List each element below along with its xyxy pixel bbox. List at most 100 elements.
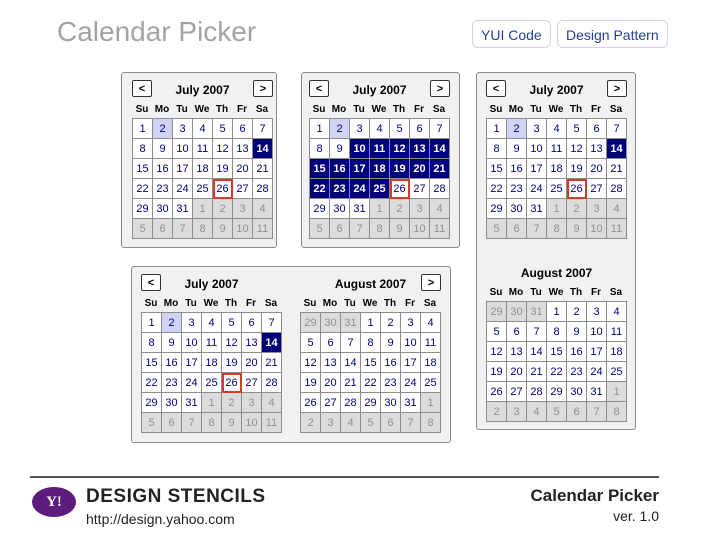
day-cell[interactable]: 11 (201, 332, 222, 353)
day-cell[interactable]: 13 (232, 138, 253, 159)
day-cell[interactable]: 14 (340, 352, 361, 373)
day-cell[interactable]: 2 (380, 312, 401, 333)
day-cell[interactable]: 20 (320, 372, 341, 393)
day-cell[interactable]: 15 (141, 352, 162, 373)
day-cell[interactable]: 25 (546, 178, 567, 199)
day-cell[interactable]: 25 (192, 178, 213, 199)
day-cell[interactable]: 12 (221, 332, 242, 353)
day-cell[interactable]: 24 (400, 372, 421, 393)
day-cell[interactable]: 9 (152, 138, 173, 159)
day-cell[interactable]: 12 (389, 138, 410, 159)
day-cell[interactable]: 16 (380, 352, 401, 373)
day-cell[interactable]: 21 (606, 158, 627, 179)
day-cell[interactable]: 17 (181, 352, 202, 373)
day-cell[interactable]: 6 (506, 321, 527, 342)
day-cell[interactable]: 28 (606, 178, 627, 199)
day-cell[interactable]: 4 (201, 312, 222, 333)
yui-code-button[interactable]: YUI Code (472, 20, 551, 48)
day-cell[interactable]: 19 (300, 372, 321, 393)
day-cell[interactable]: 16 (506, 158, 527, 179)
day-cell[interactable]: 22 (546, 361, 567, 382)
day-cell[interactable]: 10 (349, 138, 370, 159)
day-cell[interactable]: 1 (546, 301, 567, 322)
day-cell[interactable]: 24 (586, 361, 607, 382)
day-cell[interactable]: 15 (360, 352, 381, 373)
day-cell[interactable]: 24 (181, 372, 202, 393)
day-cell[interactable]: 26 (221, 372, 242, 393)
day-cell[interactable]: 9 (161, 332, 182, 353)
day-cell[interactable]: 23 (380, 372, 401, 393)
day-cell[interactable]: 23 (161, 372, 182, 393)
day-cell[interactable]: 20 (232, 158, 253, 179)
day-cell[interactable]: 23 (506, 178, 527, 199)
day-cell[interactable]: 17 (586, 341, 607, 362)
day-cell[interactable]: 1 (132, 118, 153, 139)
day-cell[interactable]: 3 (400, 312, 421, 333)
day-cell[interactable]: 13 (506, 341, 527, 362)
day-cell[interactable]: 8 (486, 138, 507, 159)
day-cell[interactable]: 25 (201, 372, 222, 393)
day-cell[interactable]: 19 (212, 158, 233, 179)
day-cell[interactable]: 25 (420, 372, 441, 393)
day-cell[interactable]: 8 (546, 321, 567, 342)
day-cell[interactable]: 20 (241, 352, 262, 373)
day-cell[interactable]: 31 (349, 198, 370, 219)
day-cell[interactable]: 26 (566, 178, 587, 199)
day-cell[interactable]: 3 (586, 301, 607, 322)
day-cell[interactable]: 18 (546, 158, 567, 179)
day-cell[interactable]: 26 (300, 392, 321, 413)
day-cell[interactable]: 4 (192, 118, 213, 139)
day-cell[interactable]: 10 (526, 138, 547, 159)
day-cell[interactable]: 6 (586, 118, 607, 139)
day-cell[interactable]: 17 (526, 158, 547, 179)
day-cell[interactable]: 21 (526, 361, 547, 382)
day-cell[interactable]: 20 (506, 361, 527, 382)
day-cell[interactable]: 5 (566, 118, 587, 139)
day-cell[interactable]: 18 (192, 158, 213, 179)
day-cell[interactable]: 31 (400, 392, 421, 413)
day-cell[interactable]: 24 (526, 178, 547, 199)
day-cell[interactable]: 12 (486, 341, 507, 362)
day-cell[interactable]: 5 (212, 118, 233, 139)
day-cell[interactable]: 14 (252, 138, 273, 159)
day-cell[interactable]: 29 (132, 198, 153, 219)
day-cell[interactable]: 6 (232, 118, 253, 139)
day-cell[interactable]: 6 (241, 312, 262, 333)
day-cell[interactable]: 2 (566, 301, 587, 322)
day-cell[interactable]: 19 (486, 361, 507, 382)
day-cell[interactable]: 30 (152, 198, 173, 219)
day-cell[interactable]: 7 (526, 321, 547, 342)
day-cell[interactable]: 11 (606, 321, 627, 342)
day-cell[interactable]: 7 (340, 332, 361, 353)
day-cell[interactable]: 16 (329, 158, 350, 179)
day-cell[interactable]: 3 (349, 118, 370, 139)
day-cell[interactable]: 29 (360, 392, 381, 413)
day-cell[interactable]: 5 (486, 321, 507, 342)
day-cell[interactable]: 9 (566, 321, 587, 342)
day-cell[interactable]: 27 (320, 392, 341, 413)
day-cell[interactable]: 6 (320, 332, 341, 353)
day-cell[interactable]: 3 (172, 118, 193, 139)
day-cell[interactable]: 22 (486, 178, 507, 199)
day-cell[interactable]: 8 (309, 138, 330, 159)
day-cell[interactable]: 4 (606, 301, 627, 322)
day-cell[interactable]: 26 (212, 178, 233, 199)
day-cell[interactable]: 7 (429, 118, 450, 139)
day-cell[interactable]: 18 (201, 352, 222, 373)
day-cell[interactable]: 7 (606, 118, 627, 139)
day-cell[interactable]: 30 (161, 392, 182, 413)
day-cell[interactable]: 14 (606, 138, 627, 159)
day-cell[interactable]: 13 (241, 332, 262, 353)
day-cell[interactable]: 4 (369, 118, 390, 139)
day-cell[interactable]: 16 (161, 352, 182, 373)
day-cell[interactable]: 17 (400, 352, 421, 373)
day-cell[interactable]: 14 (526, 341, 547, 362)
day-cell[interactable]: 29 (486, 198, 507, 219)
day-cell[interactable]: 27 (241, 372, 262, 393)
day-cell[interactable]: 1 (309, 118, 330, 139)
day-cell[interactable]: 22 (360, 372, 381, 393)
day-cell[interactable]: 26 (486, 381, 507, 402)
day-cell[interactable]: 8 (360, 332, 381, 353)
day-cell[interactable]: 22 (141, 372, 162, 393)
day-cell[interactable]: 23 (566, 361, 587, 382)
